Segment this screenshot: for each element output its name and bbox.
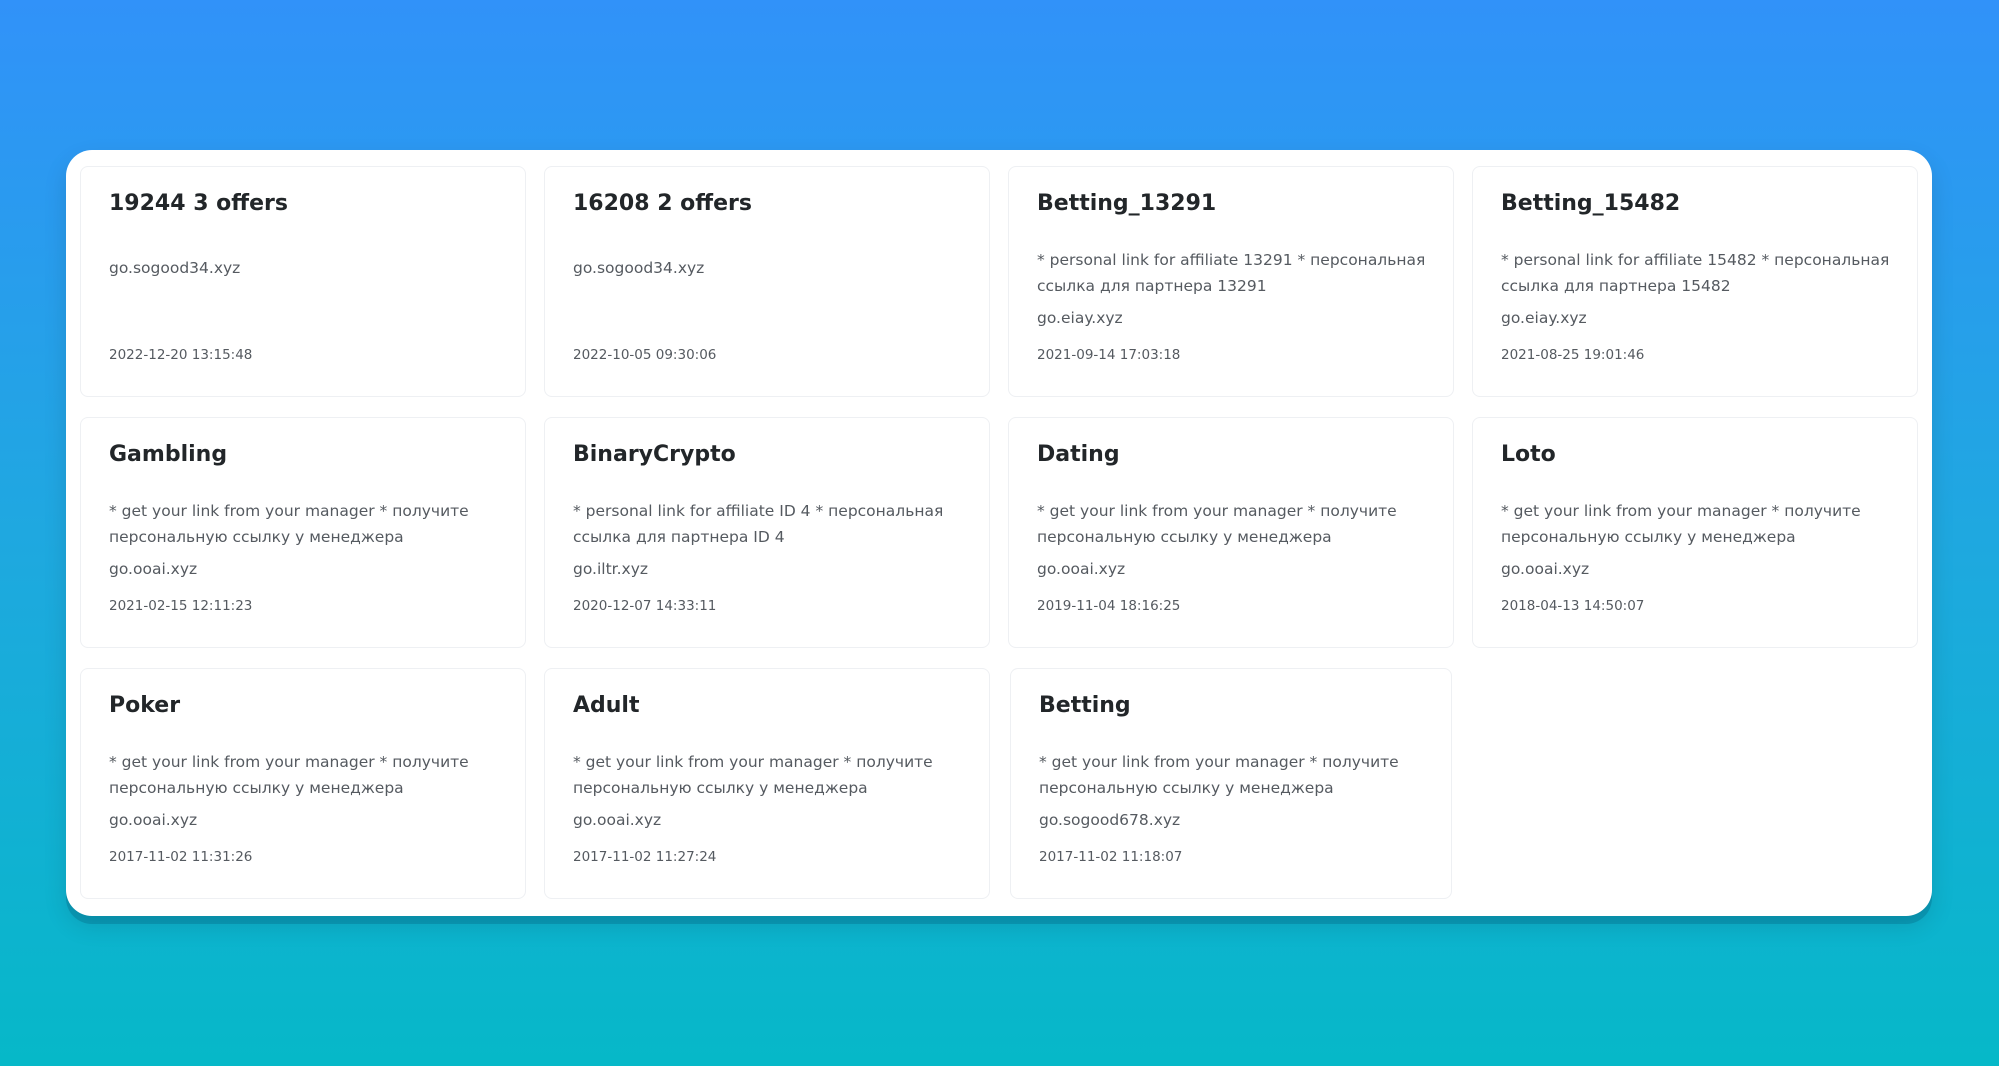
offer-date: 2017-11-02 11:18:07 [1039,849,1183,865]
offer-date: 2022-12-20 13:15:48 [109,347,253,363]
offer-title: Betting_13291 [1037,191,1217,216]
offer-title: Betting [1039,693,1131,718]
offer-title: Adult [573,693,640,718]
offer-card[interactable]: Betting * get your link from your manage… [1010,668,1452,899]
offer-card[interactable]: Poker * get your link from your manager … [80,668,526,899]
offer-title: BinaryCrypto [573,442,736,467]
offer-card[interactable]: Gambling * get your link from your manag… [80,417,526,648]
offers-panel: 19244 3 offers go.sogood34.xyz 2022-12-2… [66,150,1932,916]
offer-domain: go.ooai.xyz [109,811,198,829]
offer-domain: go.ooai.xyz [1037,560,1126,578]
offer-title: Dating [1037,442,1120,467]
offer-title: Betting_15482 [1501,191,1681,216]
offer-description: * personal link for affiliate 13291 * пе… [1037,251,1426,295]
offer-date: 2018-04-13 14:50:07 [1501,598,1645,614]
offer-description: * personal link for affiliate 15482 * пе… [1501,251,1890,295]
offer-domain: go.iltr.xyz [573,560,649,578]
offer-title: Poker [109,693,181,718]
offer-card[interactable]: Betting_15482 * personal link for affili… [1472,166,1918,397]
offer-card[interactable]: 19244 3 offers go.sogood34.xyz 2022-12-2… [80,166,526,397]
offer-card[interactable]: 16208 2 offers go.sogood34.xyz 2022-10-0… [544,166,990,397]
offer-date: 2022-10-05 09:30:06 [573,347,717,363]
offer-date: 2017-11-02 11:31:26 [109,849,253,865]
offer-date: 2021-08-25 19:01:46 [1501,347,1645,363]
offer-card[interactable]: Betting_13291 * personal link for affili… [1008,166,1454,397]
offer-domain: go.eiay.xyz [1037,309,1123,327]
offer-description: * get your link from your manager * полу… [109,502,469,546]
offer-title: 19244 3 offers [109,191,288,216]
offer-title: Gambling [109,442,228,467]
offer-date: 2020-12-07 14:33:11 [573,598,717,614]
offer-description: * get your link from your manager * полу… [109,753,469,797]
offer-domain: go.ooai.xyz [573,811,662,829]
offer-description: * get your link from your manager * полу… [1037,502,1397,546]
offer-description: * get your link from your manager * полу… [573,753,933,797]
offer-card[interactable]: BinaryCrypto * personal link for affilia… [544,417,990,648]
offer-title: Loto [1501,442,1556,467]
offer-description: * personal link for affiliate ID 4 * пер… [573,502,944,546]
offer-domain: go.sogood678.xyz [1039,811,1181,829]
offer-card[interactable]: Dating * get your link from your manager… [1008,417,1454,648]
offer-description: * get your link from your manager * полу… [1039,753,1399,797]
offer-date: 2021-09-14 17:03:18 [1037,347,1181,363]
offer-card[interactable]: Loto * get your link from your manager *… [1472,417,1918,648]
offer-card[interactable]: Adult * get your link from your manager … [544,668,990,899]
offer-date: 2019-11-04 18:16:25 [1037,598,1181,614]
offer-date: 2021-02-15 12:11:23 [109,598,253,614]
offer-date: 2017-11-02 11:27:24 [573,849,717,865]
offer-domain: go.ooai.xyz [109,560,198,578]
offer-description: * get your link from your manager * полу… [1501,502,1861,546]
offer-domain: go.sogood34.xyz [109,259,241,277]
offer-domain: go.ooai.xyz [1501,560,1590,578]
offer-title: 16208 2 offers [573,191,752,216]
offer-domain: go.eiay.xyz [1501,309,1587,327]
offer-domain: go.sogood34.xyz [573,259,705,277]
